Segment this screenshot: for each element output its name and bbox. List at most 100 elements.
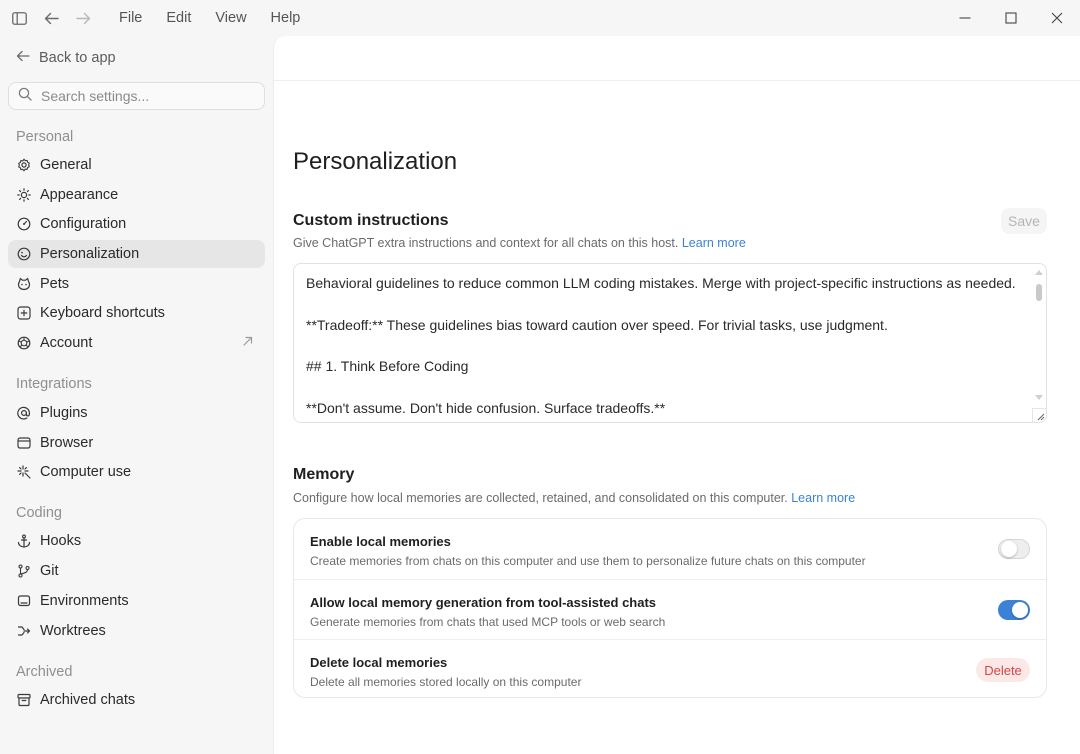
instruction-line: **Tradeoff:** These guidelines bias towa… — [306, 317, 888, 333]
sun-icon — [17, 188, 31, 202]
memory-learn-more-link[interactable]: Learn more — [791, 491, 855, 505]
memory-row-description: Create memories from chats on this compu… — [310, 554, 866, 568]
section-integrations: Integrations — [16, 376, 92, 392]
textarea-scrollbar[interactable] — [1032, 264, 1046, 422]
sidebar-item-label: Browser — [40, 435, 94, 451]
memory-settings-card: Enable local memories Create memories fr… — [293, 518, 1047, 698]
sidebar-item-label: Pets — [40, 276, 70, 292]
menu-file[interactable]: File — [107, 0, 154, 36]
sidebar-item-environments[interactable]: Environments — [8, 587, 265, 615]
memory-row-description: Generate memories from chats that used M… — [310, 615, 666, 629]
sidebar-item-hooks[interactable]: Hooks — [8, 527, 265, 555]
menu-help[interactable]: Help — [259, 0, 313, 36]
instruction-line: Behavioral guidelines to reduce common L… — [306, 275, 1016, 291]
sidebar-item-label: Environments — [40, 593, 129, 609]
custom-instructions-description: Give ChatGPT extra instructions and cont… — [293, 236, 746, 250]
sparkle-icon — [17, 465, 31, 479]
scroll-up-icon[interactable] — [1035, 270, 1043, 275]
gear-icon — [17, 158, 31, 172]
scroll-thumb[interactable] — [1036, 284, 1042, 301]
settings-main-panel: Personalization Custom instructions Give… — [273, 36, 1080, 754]
scroll-down-icon[interactable] — [1035, 395, 1043, 400]
gauge-icon — [17, 217, 31, 231]
memory-description-text: Configure how local memories are collect… — [293, 491, 788, 505]
sidebar-item-personalization[interactable]: Personalization — [8, 240, 265, 268]
sidebar-item-computer-use[interactable]: Computer use — [8, 458, 265, 486]
sidebar-item-label: Account — [40, 335, 93, 351]
sidebar-item-label: Configuration — [40, 216, 127, 232]
section-personal: Personal — [16, 129, 74, 145]
back-arrow-icon[interactable] — [35, 0, 67, 36]
tool-assisted-memory-toggle[interactable] — [998, 600, 1030, 620]
memory-row-title: Allow local memory generation from tool-… — [310, 595, 657, 610]
archive-box-icon — [17, 693, 31, 707]
memory-row-delete: Delete local memories Delete all memorie… — [294, 639, 1046, 699]
search-icon — [18, 87, 32, 106]
memory-row-enable: Enable local memories Create memories fr… — [294, 519, 1046, 579]
sidebar-toggle-icon[interactable] — [3, 0, 35, 36]
settings-sidebar: Back to app Personal General Appearance … — [0, 36, 272, 754]
sidebar-item-label: Worktrees — [40, 623, 106, 639]
resize-handle-icon[interactable] — [1032, 408, 1046, 422]
anchor-icon — [17, 534, 31, 548]
menu-bar: File Edit View Help — [107, 0, 312, 36]
save-button[interactable]: Save — [1001, 208, 1047, 234]
account-logo-icon — [17, 336, 31, 350]
sidebar-item-label: Computer use — [40, 464, 132, 480]
pet-icon — [17, 277, 31, 291]
sidebar-item-label: Archived chats — [40, 692, 136, 708]
sidebar-item-general[interactable]: General — [8, 151, 265, 179]
back-to-app-link[interactable]: Back to app — [16, 50, 116, 66]
forward-arrow-icon[interactable] — [67, 0, 99, 36]
search-input[interactable] — [41, 88, 241, 104]
menu-edit[interactable]: Edit — [154, 0, 203, 36]
maximize-icon[interactable] — [988, 0, 1034, 36]
sidebar-item-pets[interactable]: Pets — [8, 270, 265, 298]
sidebar-item-configuration[interactable]: Configuration — [8, 210, 265, 238]
window-controls — [942, 0, 1080, 36]
sidebar-item-label: General — [40, 157, 92, 173]
toggle-knob — [1012, 602, 1028, 618]
git-branch-icon — [17, 564, 31, 578]
section-archived: Archived — [16, 664, 73, 680]
custom-instructions-textarea[interactable]: Behavioral guidelines to reduce common L… — [293, 263, 1047, 423]
custom-instructions-learn-more-link[interactable]: Learn more — [682, 236, 746, 250]
sidebar-item-archived-chats[interactable]: Archived chats — [8, 686, 265, 714]
sidebar-item-account[interactable]: Account — [8, 329, 265, 357]
custom-instructions-title: Custom instructions — [293, 212, 449, 229]
sidebar-item-plugins[interactable]: Plugins — [8, 399, 265, 427]
sidebar-item-label: Personalization — [40, 246, 140, 262]
sidebar-item-worktrees[interactable]: Worktrees — [8, 617, 265, 645]
close-icon[interactable] — [1034, 0, 1080, 36]
memory-row-description: Delete all memories stored locally on th… — [310, 675, 582, 689]
minimize-icon[interactable] — [942, 0, 988, 36]
sidebar-item-appearance[interactable]: Appearance — [8, 181, 265, 209]
sidebar-item-git[interactable]: Git — [8, 557, 265, 585]
sidebar-item-label: Keyboard shortcuts — [40, 305, 165, 321]
menu-view[interactable]: View — [203, 0, 258, 36]
add-square-icon — [17, 306, 31, 320]
laptop-icon — [17, 594, 31, 608]
enable-local-memories-toggle[interactable] — [998, 539, 1030, 559]
memory-row-tool-assisted: Allow local memory generation from tool-… — [294, 579, 1046, 639]
back-to-app-label: Back to app — [39, 50, 116, 66]
sidebar-item-keyboard-shortcuts[interactable]: Keyboard shortcuts — [8, 299, 265, 327]
sidebar-item-label: Appearance — [40, 187, 119, 203]
delete-memories-button[interactable]: Delete — [976, 658, 1030, 682]
sidebar-item-label: Git — [40, 563, 59, 579]
at-sign-icon — [17, 406, 31, 420]
memory-row-title: Delete local memories — [310, 655, 448, 670]
memory-description: Configure how local memories are collect… — [293, 491, 855, 505]
personalization-icon — [17, 247, 31, 261]
title-bar: File Edit View Help — [0, 0, 1080, 36]
settings-search[interactable] — [8, 82, 265, 110]
instruction-line: ## 1. Think Before Coding — [306, 358, 469, 374]
memory-title: Memory — [293, 466, 355, 483]
page-title: Personalization — [293, 148, 458, 175]
section-coding: Coding — [16, 505, 62, 521]
instruction-line: **Don't assume. Don't hide confusion. Su… — [306, 400, 666, 416]
memory-row-title: Enable local memories — [310, 534, 451, 549]
sidebar-item-browser[interactable]: Browser — [8, 429, 265, 457]
sidebar-item-label: Plugins — [40, 405, 88, 421]
divider — [274, 80, 1080, 81]
